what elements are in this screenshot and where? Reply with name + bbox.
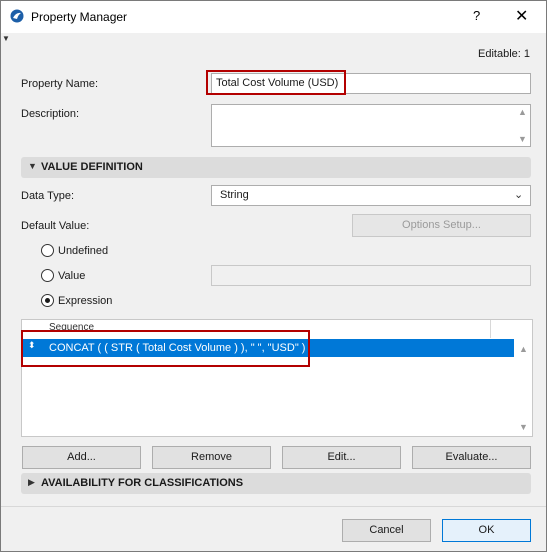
ok-button[interactable]: OK [442,519,531,542]
app-logo-icon [10,9,24,23]
data-type-select[interactable]: String ⌄ [211,185,531,206]
help-icon[interactable]: ? [473,8,480,23]
value-definition-title: VALUE DEFINITION [41,161,143,173]
data-type-label: Data Type: [21,190,74,202]
edit-button[interactable]: Edit... [282,446,401,469]
scroll-up-icon[interactable]: ▲ [519,344,528,354]
availability-title: AVAILABILITY FOR CLASSIFICATIONS [41,477,244,489]
property-name-highlight [206,70,346,95]
expression-radio-label[interactable]: Expression [58,295,112,307]
property-manager-dialog: Property Manager ? ✕ ▼ Editable: 1 Prope… [0,0,547,552]
property-name-label: Property Name: [21,78,99,90]
column-divider [490,320,491,338]
options-setup-button[interactable]: Options Setup... [352,214,531,237]
scroll-up-icon[interactable]: ▲ [518,107,527,117]
remove-button[interactable]: Remove [152,446,271,469]
cancel-button[interactable]: Cancel [342,519,431,542]
add-button[interactable]: Add... [22,446,141,469]
value-field[interactable] [211,265,531,286]
default-value-label: Default Value: [21,220,90,232]
description-field[interactable]: ▲ ▼ [211,104,531,147]
description-label: Description: [21,108,80,120]
window-title: Property Manager [31,10,128,24]
scroll-down-icon[interactable]: ▼ [519,422,528,432]
data-type-value: String [220,189,249,201]
footer-divider [1,506,546,507]
title-bar[interactable]: Property Manager ? ✕ [1,1,546,33]
editable-count: Editable: 1 [478,48,530,60]
scroll-down-icon[interactable]: ▼ [518,134,527,144]
chevron-down-icon: ⌄ [514,189,524,201]
availability-header[interactable]: ▶ AVAILABILITY FOR CLASSIFICATIONS [21,473,531,494]
value-radio[interactable] [41,269,54,282]
collapse-triangle-icon: ▼ [28,161,37,171]
value-radio-label[interactable]: Value [58,270,85,282]
pin-icon[interactable]: ▼ [2,34,10,43]
expression-radio[interactable] [41,294,54,307]
undefined-radio[interactable] [41,244,54,257]
undefined-radio-label[interactable]: Undefined [58,245,108,257]
expand-triangle-icon: ▶ [28,477,35,487]
evaluate-button[interactable]: Evaluate... [412,446,531,469]
value-definition-header[interactable]: ▼ VALUE DEFINITION [21,157,531,178]
close-icon[interactable]: ✕ [515,6,528,26]
expression-highlight [21,330,310,367]
